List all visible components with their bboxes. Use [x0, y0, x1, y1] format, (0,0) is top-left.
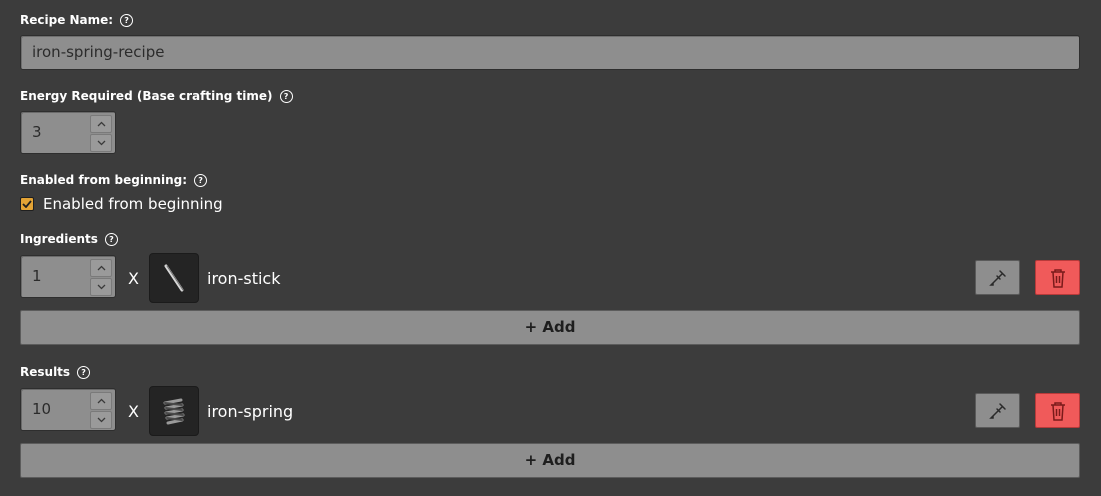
decrement-button[interactable] [90, 411, 112, 429]
result-name: iron-spring [207, 402, 294, 421]
energy-required-label: Energy Required (Base crafting time) ? [20, 89, 293, 103]
result-amount-stepper[interactable]: 10 [20, 388, 116, 431]
iron-stick-icon [164, 264, 184, 292]
ingredient-amount-stepper[interactable]: 1 [20, 255, 116, 298]
enabled-checkbox[interactable] [20, 197, 34, 211]
help-icon[interactable]: ? [104, 232, 118, 246]
item-thumbnail[interactable] [149, 386, 199, 436]
eyedropper-icon [988, 269, 1006, 286]
multiply-label: X [128, 269, 139, 288]
multiply-label: X [128, 402, 139, 421]
recipe-name-input[interactable]: iron-spring-recipe [20, 35, 1080, 70]
ingredient-amount-value[interactable]: 1 [32, 256, 42, 296]
ingredient-name: iron-stick [207, 269, 281, 288]
energy-required-stepper[interactable]: 3 [20, 111, 116, 154]
trash-icon [1050, 401, 1065, 421]
energy-required-value[interactable]: 3 [32, 112, 42, 152]
checkmark-icon [22, 200, 32, 208]
chevron-up-icon [97, 398, 105, 404]
results-label: Results ? [20, 365, 91, 379]
enabled-checkbox-row[interactable]: Enabled from beginning [20, 195, 223, 213]
add-result-button[interactable]: + Add [20, 443, 1080, 478]
chevron-down-icon [97, 284, 105, 290]
recipe-name-label: Recipe Name: ? [20, 13, 134, 27]
increment-button[interactable] [90, 259, 112, 277]
result-amount-value[interactable]: 10 [32, 389, 51, 429]
item-thumbnail[interactable] [149, 253, 199, 303]
decrement-button[interactable] [90, 134, 112, 152]
help-icon[interactable]: ? [120, 13, 134, 27]
increment-button[interactable] [90, 392, 112, 410]
eyedropper-icon [988, 402, 1006, 419]
enabled-checkbox-label[interactable]: Enabled from beginning [43, 195, 223, 213]
trash-icon [1050, 268, 1065, 288]
pick-item-button[interactable] [975, 260, 1020, 295]
chevron-down-icon [97, 140, 105, 146]
delete-result-button[interactable] [1035, 393, 1080, 428]
delete-ingredient-button[interactable] [1035, 260, 1080, 295]
decrement-button[interactable] [90, 278, 112, 296]
help-icon[interactable]: ? [194, 173, 208, 187]
enabled-label: Enabled from beginning: ? [20, 173, 208, 187]
ingredients-label: Ingredients ? [20, 232, 118, 246]
help-icon[interactable]: ? [279, 89, 293, 103]
chevron-up-icon [97, 265, 105, 271]
add-ingredient-button[interactable]: + Add [20, 310, 1080, 345]
pick-item-button[interactable] [975, 393, 1020, 428]
increment-button[interactable] [90, 115, 112, 133]
help-icon[interactable]: ? [77, 365, 91, 379]
chevron-up-icon [97, 121, 105, 127]
chevron-down-icon [97, 417, 105, 423]
iron-spring-icon [163, 398, 185, 425]
